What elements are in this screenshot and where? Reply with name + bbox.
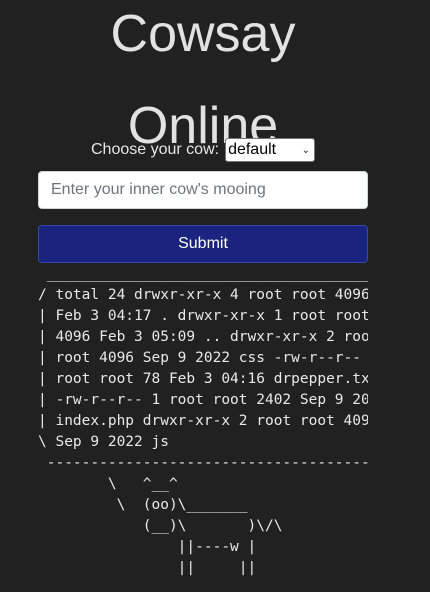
submit-button[interactable]: Submit: [38, 225, 368, 263]
cow-choice-row: Choose your cow: default ⌄: [91, 138, 316, 162]
cowsay-output: ______________________________________ /…: [38, 266, 368, 576]
chevron-down-icon: ⌄: [301, 144, 311, 156]
page-title-line-1: Cowsay: [110, 5, 296, 63]
choose-cow-label: Choose your cow:: [91, 141, 220, 158]
cow-select-value: default: [228, 141, 277, 158]
cow-select[interactable]: default ⌄: [225, 138, 316, 162]
mooing-input[interactable]: [38, 171, 368, 209]
